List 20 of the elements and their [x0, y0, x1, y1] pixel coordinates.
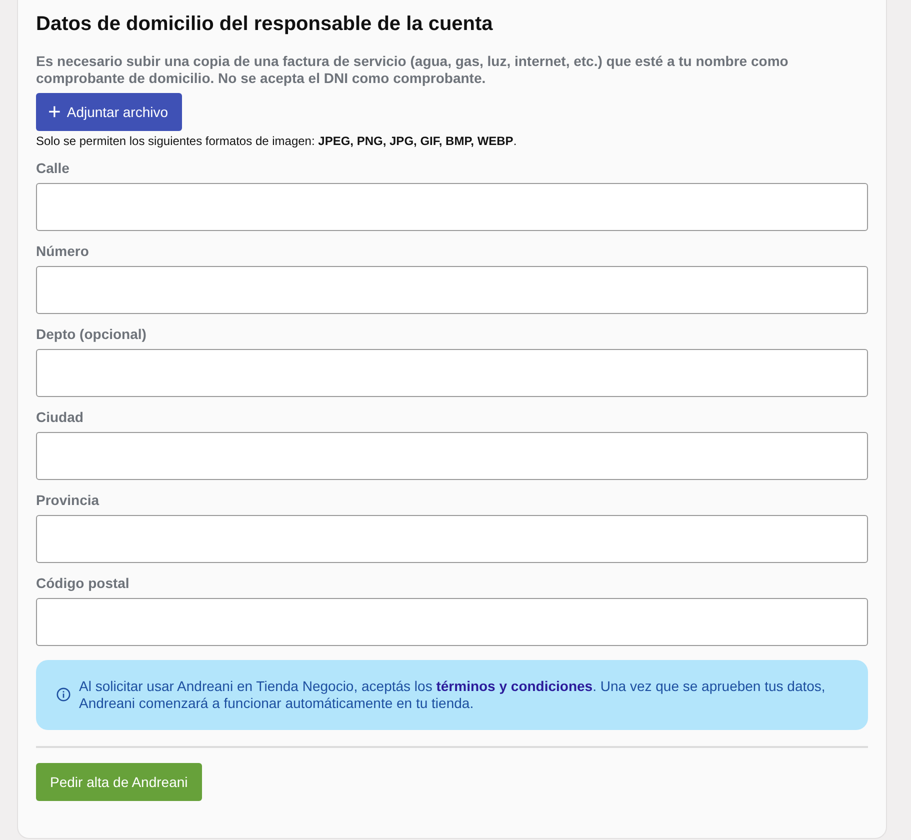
attach-file-button[interactable]: + Adjuntar archivo: [36, 93, 182, 131]
field-label: Provincia: [36, 492, 100, 508]
input-field[interactable]: [36, 432, 868, 480]
formats-note: Solo se permiten los siguientes formatos de imagen: JPEG, PNG, JPG, GIF, BMP, WEBP.: [36, 134, 518, 148]
info-icon: [56, 687, 71, 702]
input-field[interactable]: [36, 515, 868, 563]
input-field[interactable]: [36, 266, 868, 314]
field-label: Número: [36, 243, 90, 259]
input-field[interactable]: [36, 598, 868, 646]
notice-text: Al solicitar usar Andreani en Tienda Negocio, aceptás los términos y condiciones. Una vez que se aprueben tus datos, Andreani comenzará a funcionar automáticamente en tu tienda.: [79, 678, 826, 712]
terms-link[interactable]: términos y condiciones: [436, 678, 593, 694]
field-label: Calle: [36, 160, 70, 176]
field-label: Ciudad: [36, 409, 84, 425]
description-text: Es necesario subir una copia de una factura de servicio (agua, gas, luz, internet, etc.) que esté a tu nombre como comprobante de domicilio. No se acepta el DNI como comprobante.: [36, 53, 790, 87]
plus-icon: +: [48, 101, 61, 123]
field-label: Depto (opcional): [36, 326, 148, 342]
input-field[interactable]: [36, 349, 868, 397]
field-label: Código postal: [36, 575, 130, 591]
input-field[interactable]: [36, 183, 868, 231]
section-title: Datos de domicilio del responsable de la cuenta: [36, 12, 494, 37]
